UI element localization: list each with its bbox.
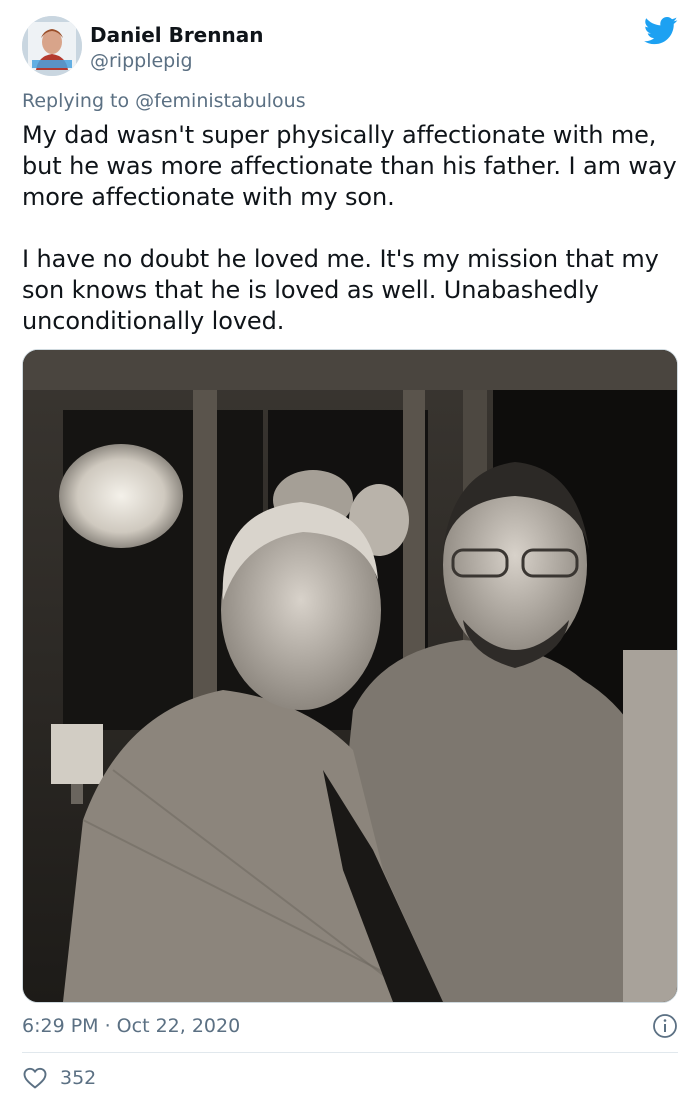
tweet-photo[interactable]	[22, 349, 678, 1003]
tweet-text: My dad wasn't super physically affection…	[22, 120, 678, 337]
tweet-card: Daniel Brennan @ripplepig Replying to @f…	[0, 0, 700, 1106]
reply-mention-link[interactable]: @feministabulous	[135, 90, 305, 112]
reply-prefix: Replying to	[22, 90, 130, 112]
tweet-timestamp[interactable]: 6:29 PM · Oct 22, 2020	[22, 1015, 240, 1037]
reply-context: Replying to @feministabulous	[22, 90, 306, 112]
tweet-paragraph: My dad wasn't super physically affection…	[22, 121, 677, 211]
info-icon[interactable]	[652, 1013, 678, 1039]
author-handle[interactable]: @ripplepig	[90, 50, 193, 72]
twitter-bird-icon[interactable]	[644, 16, 678, 46]
author-avatar[interactable]	[22, 16, 82, 76]
tweet-header: Daniel Brennan @ripplepig	[22, 16, 678, 78]
avatar-image	[22, 16, 82, 76]
tweet-meta: 6:29 PM · Oct 22, 2020	[22, 1013, 678, 1041]
tweet-paragraph: I have no doubt he loved me. It's my mis…	[22, 245, 659, 335]
like-count: 352	[60, 1067, 97, 1089]
photo-image	[23, 350, 677, 1002]
heart-icon	[23, 1067, 47, 1089]
author-display-name[interactable]: Daniel Brennan	[90, 23, 263, 47]
divider	[22, 1052, 678, 1053]
